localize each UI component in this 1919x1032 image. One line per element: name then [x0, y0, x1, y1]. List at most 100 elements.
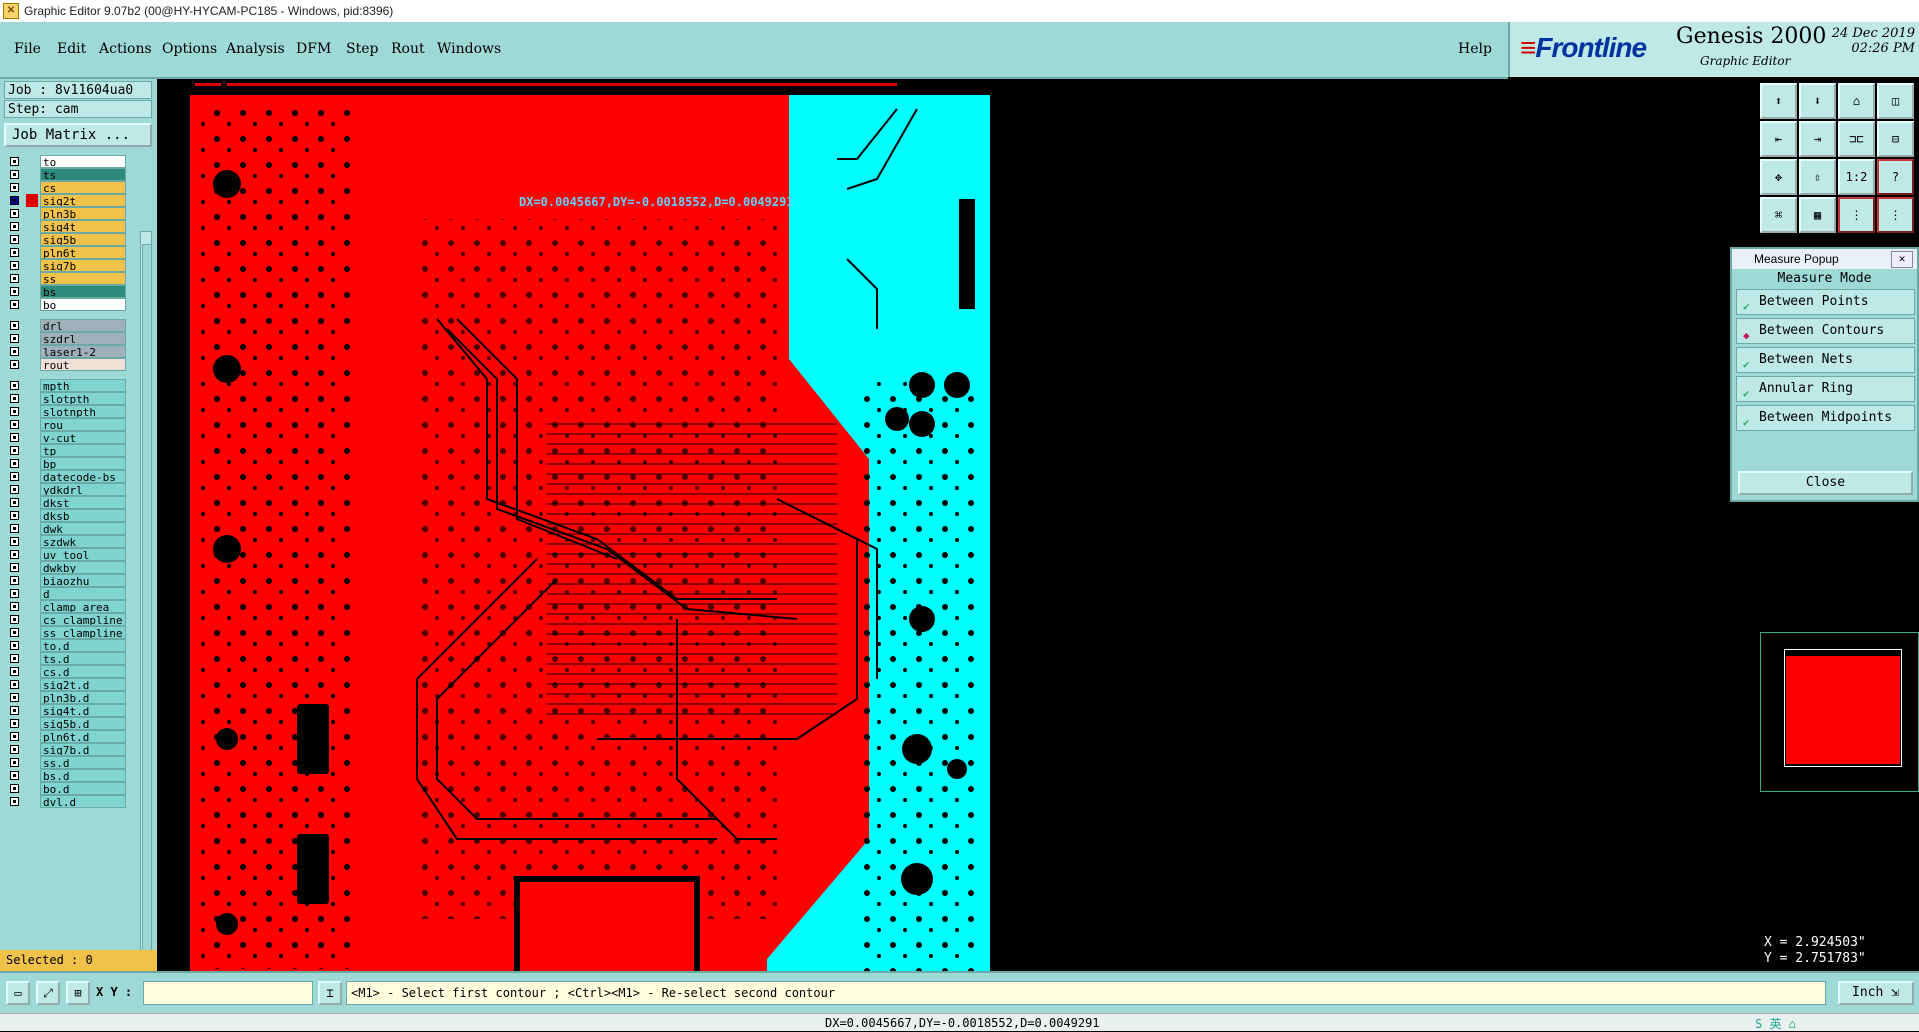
menu-rout[interactable]: Rout: [391, 41, 425, 57]
layer-name[interactable]: szdwk: [40, 535, 126, 548]
select-icon[interactable]: ▭: [6, 981, 30, 1005]
layer-row[interactable]: d: [4, 587, 126, 601]
grid-snap-icon[interactable]: ⊞: [66, 981, 90, 1005]
layer-row[interactable]: ts: [4, 168, 126, 182]
step-icon[interactable]: ⋮: [1877, 197, 1914, 233]
layer-row[interactable]: sig2t: [4, 194, 126, 208]
layer-checkbox[interactable]: [10, 641, 19, 650]
layer-name[interactable]: sig4t.d: [40, 704, 126, 717]
layer-checkbox[interactable]: [10, 209, 19, 218]
layer-name[interactable]: bo.d: [40, 782, 126, 795]
layer-checkbox[interactable]: [10, 602, 19, 611]
layer-checkbox[interactable]: [10, 347, 19, 356]
window-icon[interactable]: ◫: [1877, 83, 1914, 119]
layer-checkbox[interactable]: [10, 235, 19, 244]
layer-name[interactable]: sig5b.d: [40, 717, 126, 730]
layer-name[interactable]: dksb: [40, 509, 126, 522]
layer-name[interactable]: pln6t.d: [40, 730, 126, 743]
layer-row[interactable]: bo: [4, 298, 126, 312]
layer-row[interactable]: mpth: [4, 379, 126, 393]
layer-name[interactable]: sig7b: [40, 259, 126, 272]
layer-name[interactable]: bp: [40, 457, 126, 470]
layer-name[interactable]: rou: [40, 418, 126, 431]
layer-checkbox[interactable]: [10, 300, 19, 309]
layer-checkbox[interactable]: [10, 183, 19, 192]
layer-name[interactable]: sig4t: [40, 220, 126, 233]
layer-row[interactable]: ts.d: [4, 652, 126, 666]
layer-checkbox[interactable]: [10, 334, 19, 343]
layer-row[interactable]: sig2t.d: [4, 678, 126, 692]
layer-checkbox[interactable]: [10, 667, 19, 676]
unit-selector[interactable]: Inch ⇲: [1838, 981, 1914, 1005]
layer-checkbox[interactable]: [10, 248, 19, 257]
layer-row[interactable]: sig4t.d: [4, 704, 126, 718]
overview-map[interactable]: [1760, 632, 1919, 792]
layer-row[interactable]: szdwk: [4, 535, 126, 549]
layer-checkbox[interactable]: [10, 693, 19, 702]
menu-windows[interactable]: Windows: [437, 41, 501, 57]
layer-checkbox[interactable]: [10, 563, 19, 572]
job-matrix-button[interactable]: Job Matrix ...: [4, 123, 152, 147]
layer-name[interactable]: slotnpth: [40, 405, 126, 418]
close-icon[interactable]: ✕: [1891, 251, 1913, 268]
layer-name[interactable]: cs: [40, 181, 126, 194]
layer-checkbox[interactable]: [10, 261, 19, 270]
layer-row[interactable]: to: [4, 155, 126, 169]
layer-checkbox[interactable]: [10, 615, 19, 624]
layer-row[interactable]: ydkdrl: [4, 483, 126, 497]
layer-name[interactable]: to: [40, 155, 126, 168]
ratio-icon[interactable]: 1:2: [1838, 159, 1875, 195]
option-annular-ring[interactable]: ✔ Annular Ring: [1736, 376, 1915, 402]
layer-name[interactable]: sig7b.d: [40, 743, 126, 756]
option-between-contours[interactable]: ◆ Between Contours: [1736, 318, 1915, 344]
save-icon[interactable]: ⬇: [1799, 83, 1836, 119]
layer-checkbox[interactable]: [10, 589, 19, 598]
layer-list-scrollbar[interactable]: [140, 231, 152, 1021]
layer-row[interactable]: dwkby: [4, 561, 126, 575]
menu-edit[interactable]: Edit: [57, 41, 86, 57]
layer-checkbox[interactable]: [10, 654, 19, 663]
zoom-right-icon[interactable]: ⇥: [1799, 121, 1836, 157]
grid-icon[interactable]: ▦: [1799, 197, 1836, 233]
layer-checkbox[interactable]: [10, 537, 19, 546]
layer-row[interactable]: bp: [4, 457, 126, 471]
layers-icon[interactable]: ⋮: [1838, 197, 1875, 233]
menu-dfm[interactable]: DFM: [296, 41, 331, 57]
layer-name[interactable]: bs: [40, 285, 126, 298]
layer-row[interactable]: bo.d: [4, 782, 126, 796]
menu-actions[interactable]: Actions: [99, 41, 152, 57]
layer-name[interactable]: rout: [40, 358, 126, 371]
layer-row[interactable]: pln6t.d: [4, 730, 126, 744]
layer-name[interactable]: ss.d: [40, 756, 126, 769]
layer-row[interactable]: cs: [4, 181, 126, 195]
option-between-nets[interactable]: ✔ Between Nets: [1736, 347, 1915, 373]
layer-name[interactable]: sig2t: [40, 194, 126, 207]
scrollbar-thumb[interactable]: [142, 244, 152, 1006]
layer-name[interactable]: dvl.d: [40, 795, 126, 808]
layer-name[interactable]: ts.d: [40, 652, 126, 665]
layer-row[interactable]: sig7b.d: [4, 743, 126, 757]
menu-options[interactable]: Options: [162, 41, 217, 57]
layer-row[interactable]: rou: [4, 418, 126, 432]
layer-checkbox[interactable]: [10, 524, 19, 533]
layer-checkbox[interactable]: [10, 511, 19, 520]
layer-row[interactable]: cs.d: [4, 665, 126, 679]
menu-step[interactable]: Step: [346, 41, 378, 57]
layer-row[interactable]: sig7b: [4, 259, 126, 273]
cursor-icon[interactable]: ⌶: [318, 981, 342, 1005]
layer-row[interactable]: bs: [4, 285, 126, 299]
layer-checkbox[interactable]: [10, 420, 19, 429]
layer-row[interactable]: laser1-2: [4, 345, 126, 359]
layer-checkbox[interactable]: [10, 287, 19, 296]
layer-row[interactable]: slotnpth: [4, 405, 126, 419]
layer-name[interactable]: ss_clampline: [40, 626, 126, 639]
layer-name[interactable]: laser1-2: [40, 345, 126, 358]
layer-row[interactable]: uv_tool: [4, 548, 126, 562]
layer-name[interactable]: dwkby: [40, 561, 126, 574]
layer-row[interactable]: sig5b.d: [4, 717, 126, 731]
layer-row[interactable]: bs.d: [4, 769, 126, 783]
layer-name[interactable]: szdrl: [40, 332, 126, 345]
layer-checkbox[interactable]: [10, 771, 19, 780]
layer-checkbox[interactable]: [10, 407, 19, 416]
system-tray-icon[interactable]: S 英 ⌂: [1755, 1015, 1796, 1032]
